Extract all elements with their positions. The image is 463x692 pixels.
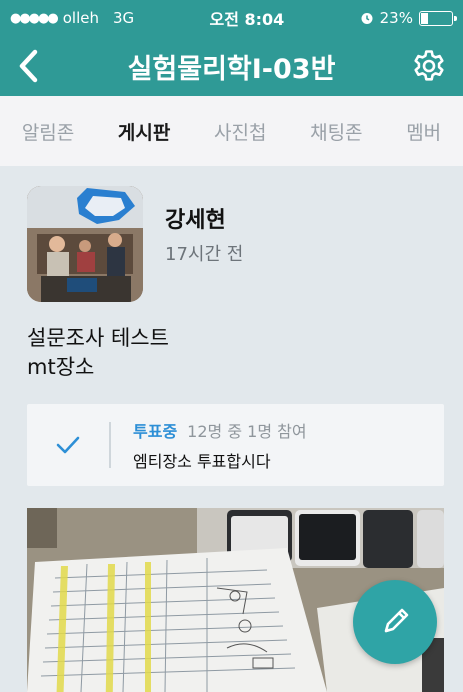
tab-members[interactable]: 멤버 — [400, 110, 447, 153]
chevron-left-icon — [19, 49, 38, 83]
back-button[interactable] — [16, 46, 56, 86]
compose-button[interactable] — [353, 580, 437, 664]
post-time: 17시간 전 — [165, 244, 244, 265]
status-bar: ●●●●● olleh 3G 오전 8:04 23% — [0, 0, 463, 36]
poll-text: 투표중 12명 중 1명 참여 엠티장소 투표합시다 — [111, 418, 307, 472]
poll-participation: 12명 중 1명 참여 — [187, 422, 307, 441]
tab-board[interactable]: 게시판 — [112, 110, 176, 153]
author-info: 강세현 17시간 전 — [165, 202, 243, 266]
post-body: 설문조사 테스트 mt장소 — [0, 302, 463, 382]
page-title: 실험물리학I-03반 — [127, 53, 336, 85]
battery-icon — [418, 10, 457, 26]
tab-chat[interactable]: 채팅존 — [304, 110, 368, 153]
network-label: 3G — [112, 9, 135, 27]
tab-photo-album[interactable]: 사진첩 — [208, 110, 272, 153]
post-body-line: mt장소 — [27, 355, 95, 379]
signal-icon: ●●●●● — [10, 10, 59, 26]
nav-bar: 실험물리학I-03반 — [0, 36, 463, 96]
alarm-icon — [361, 13, 373, 24]
settings-button[interactable] — [407, 46, 447, 86]
author-name[interactable]: 강세현 — [165, 202, 243, 234]
post-body-line: 설문조사 테스트 — [27, 326, 169, 350]
status-left: ●●●●● olleh 3G — [10, 9, 134, 27]
avatar-photo — [27, 186, 143, 302]
avatar[interactable] — [27, 186, 143, 302]
post-header: 강세현 17시간 전 — [0, 166, 463, 302]
poll-card[interactable]: 투표중 12명 중 1명 참여 엠티장소 투표합시다 — [27, 404, 444, 486]
gear-icon — [414, 50, 444, 81]
pencil-icon — [384, 608, 409, 633]
poll-check — [27, 435, 109, 455]
poll-title: 엠티장소 투표합시다 — [133, 452, 271, 471]
battery-label: 23% — [379, 9, 413, 27]
status-time: 오전 8:04 — [209, 10, 285, 29]
poll-status: 투표중 — [133, 422, 178, 441]
poll-meta: 투표중 12명 중 1명 참여 — [133, 418, 307, 442]
tab-notifications[interactable]: 알림존 — [16, 110, 80, 153]
checkmark-icon — [56, 436, 80, 454]
carrier-label: olleh — [62, 9, 99, 27]
status-right: 23% — [360, 9, 457, 27]
tab-bar: 알림존 게시판 사진첩 채팅존 멤버 — [0, 96, 463, 167]
